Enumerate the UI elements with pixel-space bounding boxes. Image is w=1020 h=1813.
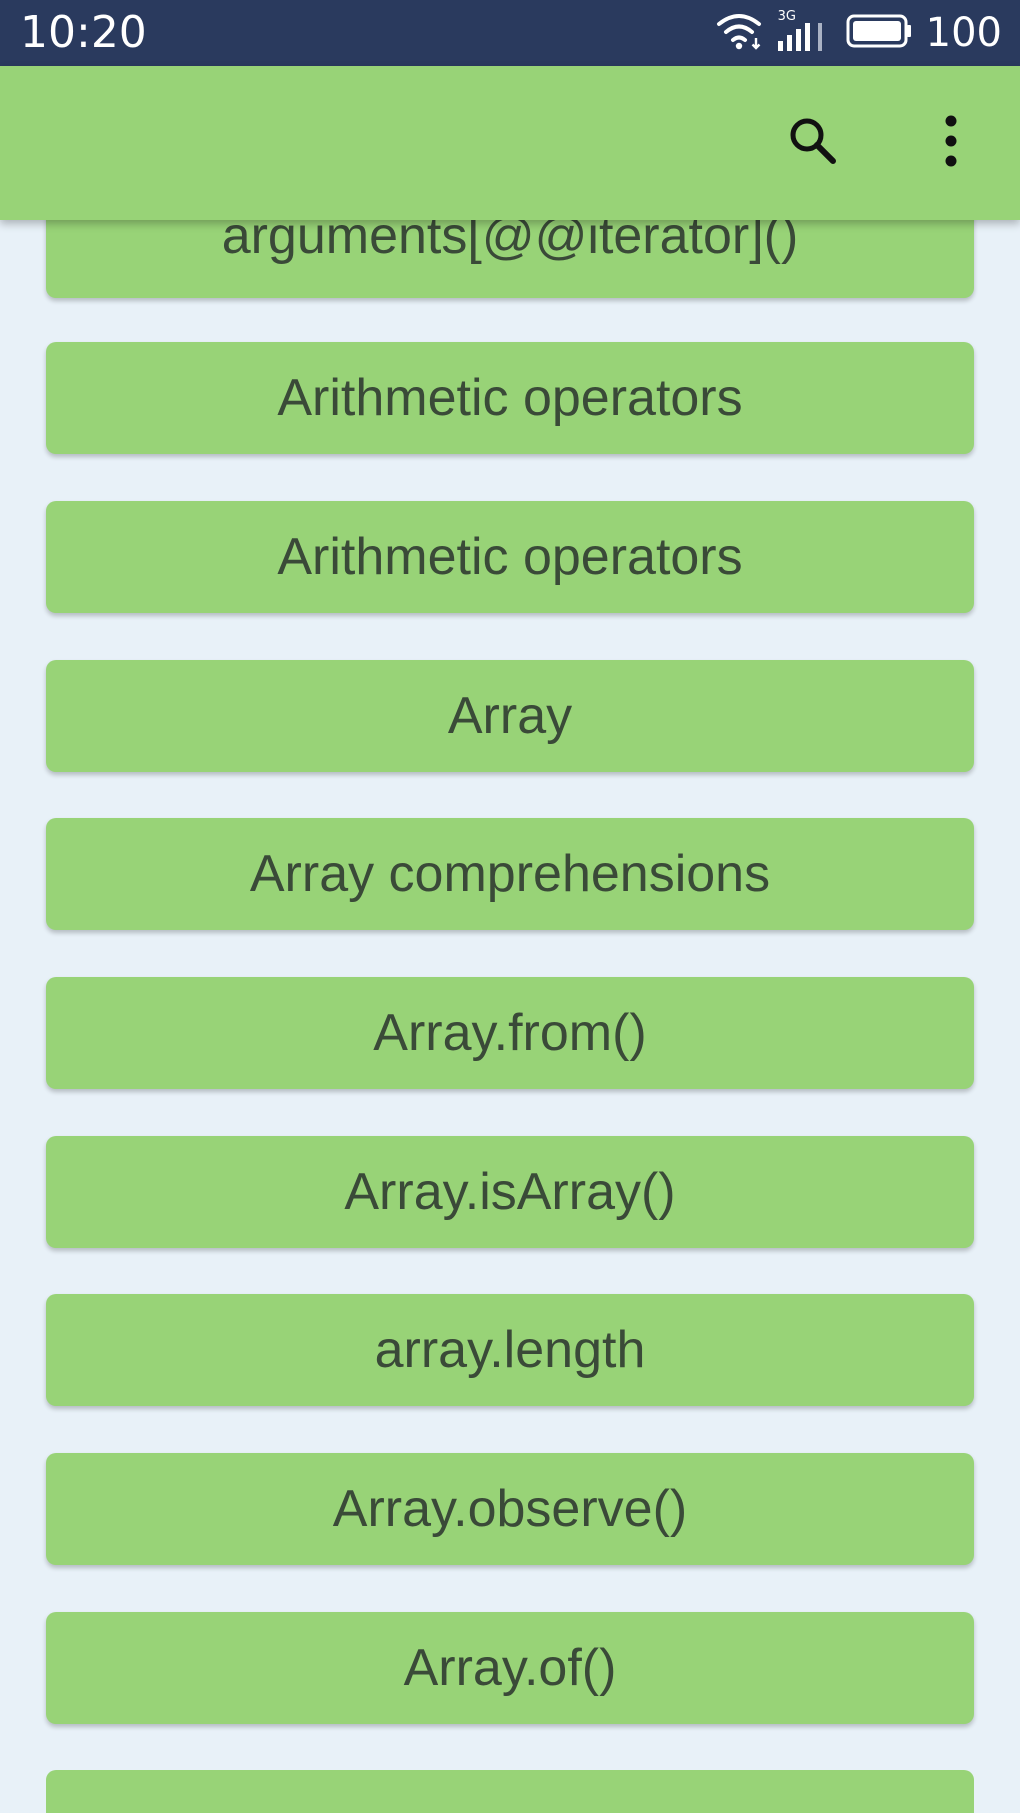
list-item-label: Array comprehensions bbox=[249, 845, 771, 903]
list-item[interactable]: Array.of() bbox=[46, 1612, 974, 1724]
list-item[interactable]: Array.isArray() bbox=[46, 1136, 974, 1248]
more-options-button[interactable] bbox=[916, 108, 986, 178]
list-item[interactable]: array.length bbox=[46, 1294, 974, 1406]
list-item-label: Array.of() bbox=[403, 1639, 617, 1697]
search-button[interactable] bbox=[778, 108, 848, 178]
list-item[interactable]: Array comprehensions bbox=[46, 818, 974, 930]
more-vertical-icon bbox=[941, 113, 961, 174]
list-item-label: Arithmetic operators bbox=[277, 528, 743, 586]
list-item-label: array.length bbox=[374, 1321, 646, 1379]
list-item[interactable]: Array bbox=[46, 660, 974, 772]
list-item[interactable]: Arithmetic operators bbox=[46, 501, 974, 613]
list-item-label: Array.observe() bbox=[332, 1480, 688, 1538]
list-item-label: Array.isArray() bbox=[344, 1163, 676, 1221]
list-item-label: Array.from() bbox=[373, 1004, 647, 1062]
list-item[interactable]: Array.observe() bbox=[46, 1453, 974, 1565]
list-item[interactable]: Arithmetic operators bbox=[46, 342, 974, 454]
list-item-label: Arithmetic operators bbox=[277, 369, 743, 427]
list-item-label: Array bbox=[447, 687, 573, 745]
list-item[interactable]: Array.from() bbox=[46, 977, 974, 1089]
topic-list[interactable]: arguments[@@iterator]() Arithmetic opera… bbox=[0, 0, 1020, 1813]
list-item[interactable] bbox=[46, 1770, 974, 1813]
search-icon bbox=[785, 113, 841, 174]
app-bar bbox=[0, 66, 1020, 220]
